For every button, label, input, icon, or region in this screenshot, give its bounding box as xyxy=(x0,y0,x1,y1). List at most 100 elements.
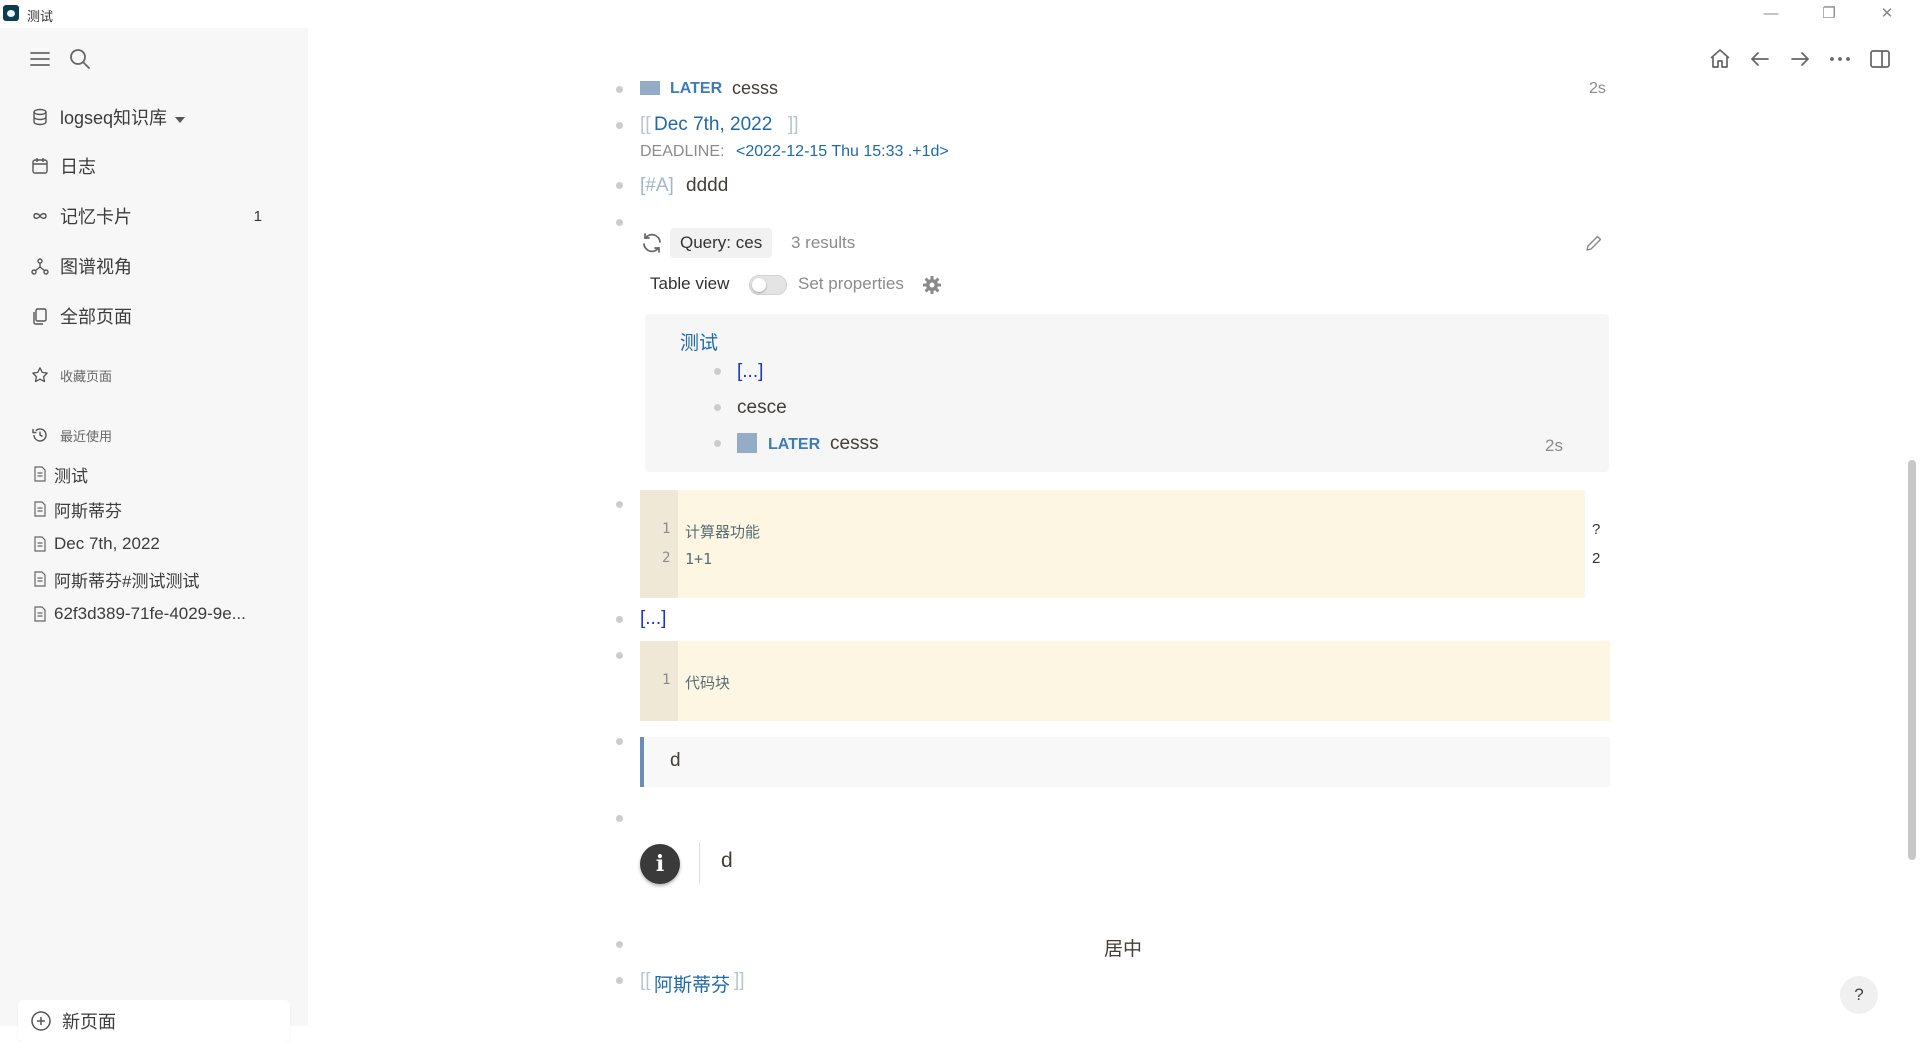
query-result-page-link[interactable]: 测试 xyxy=(680,328,718,355)
sidebar-item-label: 图谱视角 xyxy=(60,257,132,277)
set-properties-label[interactable]: Set properties xyxy=(798,274,904,294)
date-page-link[interactable]: Dec 7th, 2022 xyxy=(654,114,772,136)
title-bar: 测试 — ❐ ✕ xyxy=(0,0,1920,28)
recent-page-label: 阿斯蒂芬#测试测试 xyxy=(54,571,200,591)
graph-icon xyxy=(30,256,50,276)
block-text[interactable]: cesss xyxy=(830,433,879,455)
sidebar-item-flashcards[interactable]: 记忆卡片 1 xyxy=(30,199,300,233)
recent-page-item[interactable]: 阿斯蒂芬 xyxy=(33,494,283,524)
database-icon xyxy=(30,107,50,127)
recent-page-item[interactable]: 阿斯蒂芬#测试测试 xyxy=(33,564,283,594)
favorites-section-header[interactable]: 收藏页面 xyxy=(30,365,112,385)
help-button[interactable]: ? xyxy=(1840,976,1878,1014)
block-text[interactable]: cesce xyxy=(737,397,787,419)
centered-text[interactable]: 居中 xyxy=(1104,934,1142,961)
code-line: 代码块 xyxy=(685,674,731,692)
block-bullet[interactable] xyxy=(714,368,721,375)
admonition-divider xyxy=(699,842,700,884)
block-text[interactable]: cesss xyxy=(732,78,778,99)
block-bullet[interactable] xyxy=(616,977,623,984)
recent-page-item[interactable]: 测试 xyxy=(33,459,283,489)
app-logo-icon xyxy=(3,5,19,21)
line-number: 2 xyxy=(662,550,671,566)
deadline-value[interactable]: <2022-12-15 Thu 15:33 .+1d> xyxy=(736,143,949,161)
page-icon xyxy=(34,606,46,622)
page-link[interactable]: 阿斯蒂芬 xyxy=(654,970,730,997)
query-results-count: 3 results xyxy=(791,233,856,252)
gear-icon[interactable] xyxy=(922,275,942,295)
block-ref-ellipsis[interactable]: [...] xyxy=(640,608,666,630)
sidebar-item-journals[interactable]: 日志 xyxy=(30,149,300,183)
query-label[interactable]: Query: ces xyxy=(670,228,773,258)
later-badge: LATER xyxy=(768,436,821,453)
graph-name: logseq知识库 xyxy=(60,108,168,128)
block-bullet[interactable] xyxy=(616,652,623,659)
block-bullet[interactable] xyxy=(616,182,623,189)
priority-tag[interactable]: [#A] xyxy=(640,175,674,197)
sidebar-item-label: 全部页面 xyxy=(60,307,132,327)
block-bullet[interactable] xyxy=(616,501,623,508)
quote-text: d xyxy=(670,750,681,771)
block-bullet[interactable] xyxy=(616,815,623,822)
info-icon: i xyxy=(640,844,680,884)
block-timer: 2s xyxy=(1589,80,1606,97)
admonition-text[interactable]: d xyxy=(721,849,733,873)
recent-page-item[interactable]: Dec 7th, 2022 xyxy=(33,529,283,559)
block-bullet[interactable] xyxy=(714,404,721,411)
refresh-icon[interactable] xyxy=(640,231,664,255)
table-view-toggle[interactable] xyxy=(749,275,787,295)
block-ref-ellipsis[interactable]: [...] xyxy=(737,361,763,383)
caret-down-icon xyxy=(175,107,186,128)
link-bracket: [[ xyxy=(640,114,651,135)
recent-page-item[interactable]: 62f3d389-71fe-4029-9e... xyxy=(33,599,283,629)
code-block-calculator[interactable]: 1 2 计算器功能 1+1 xyxy=(640,490,1585,598)
code-line: 计算器功能 xyxy=(685,523,761,541)
code-gutter xyxy=(640,490,678,598)
sidebar-item-label: 日志 xyxy=(60,157,96,177)
infinity-icon xyxy=(30,206,50,226)
block-bullet[interactable] xyxy=(616,941,623,948)
recent-page-label: Dec 7th, 2022 xyxy=(54,534,160,553)
close-button[interactable]: ✕ xyxy=(1870,2,1904,26)
later-marker[interactable] xyxy=(737,433,757,453)
flashcard-count: 1 xyxy=(253,207,262,225)
block-text[interactable]: dddd xyxy=(686,175,728,197)
link-bracket: [[ xyxy=(640,970,651,991)
line-number: 1 xyxy=(662,672,671,688)
page-icon xyxy=(34,501,46,517)
code-block[interactable]: 1 代码块 xyxy=(640,641,1610,721)
quote-block[interactable]: d xyxy=(640,737,1610,787)
pages-icon xyxy=(30,306,50,326)
page-icon xyxy=(34,536,46,552)
block-bullet[interactable] xyxy=(616,616,623,623)
code-line: 1+1 xyxy=(685,550,713,568)
new-page-label: 新页面 xyxy=(62,1012,116,1032)
calc-result: 2 xyxy=(1592,550,1601,567)
menu-icon[interactable] xyxy=(27,46,53,72)
block-bullet[interactable] xyxy=(616,122,623,129)
block-timer: 2s xyxy=(1545,436,1563,455)
sidebar-item-graph-view[interactable]: 图谱视角 xyxy=(30,249,300,283)
calc-result: ? xyxy=(1592,521,1601,538)
scrollbar-thumb[interactable] xyxy=(1908,460,1916,860)
line-number: 1 xyxy=(662,521,671,537)
block-bullet[interactable] xyxy=(714,440,721,447)
graph-selector[interactable]: logseq知识库 xyxy=(30,100,300,134)
recent-page-label: 阿斯蒂芬 xyxy=(54,501,122,521)
recent-page-label: 测试 xyxy=(54,466,88,486)
page-icon xyxy=(34,571,46,587)
new-page-button[interactable]: 新页面 xyxy=(18,1000,290,1042)
edit-pencil-icon[interactable] xyxy=(1584,233,1604,253)
block-bullet[interactable] xyxy=(616,86,623,93)
search-icon[interactable] xyxy=(67,46,93,72)
window-title: 测试 xyxy=(27,9,54,24)
table-view-label: Table view xyxy=(650,274,730,293)
block-bullet[interactable] xyxy=(616,219,623,226)
block-bullet[interactable] xyxy=(616,738,623,745)
sidebar-item-all-pages[interactable]: 全部页面 xyxy=(30,299,300,333)
later-marker[interactable] xyxy=(640,81,660,95)
deadline-label: DEADLINE: xyxy=(640,143,725,160)
minimize-button[interactable]: — xyxy=(1754,2,1788,26)
recent-section-header[interactable]: 最近使用 xyxy=(30,425,112,445)
restore-button[interactable]: ❐ xyxy=(1812,2,1846,26)
